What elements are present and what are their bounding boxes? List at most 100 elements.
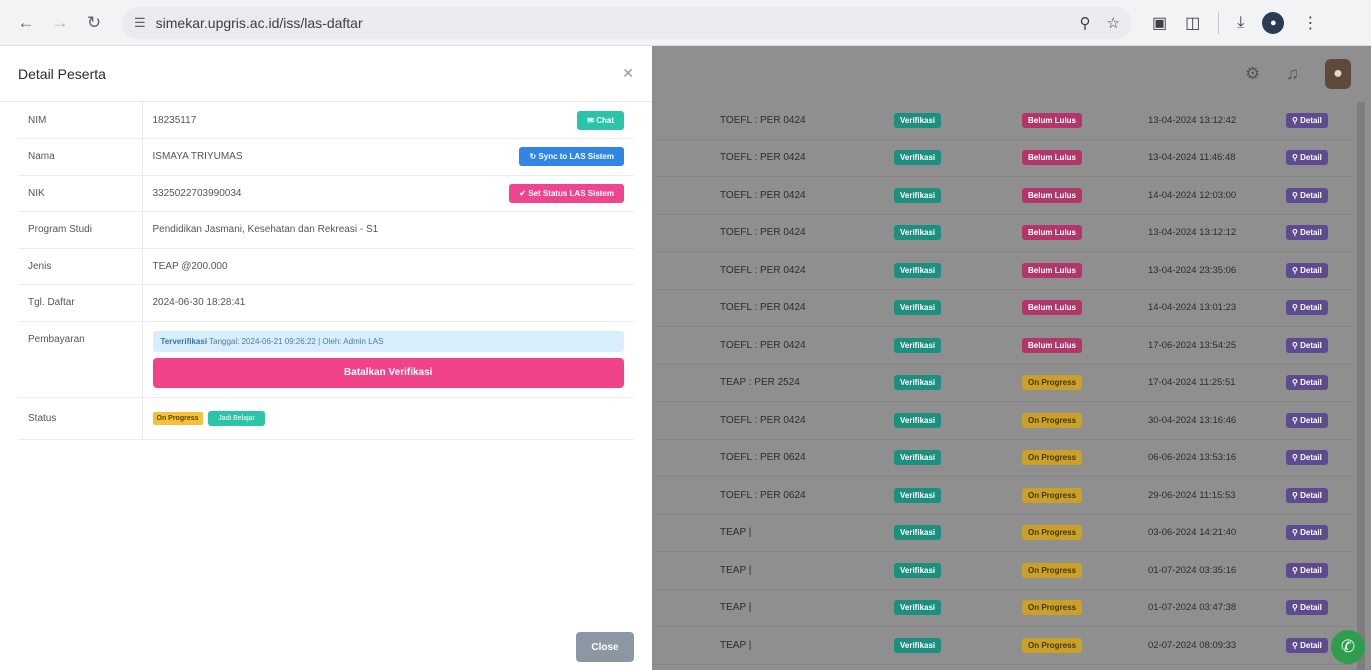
chat-button[interactable]: ✉ Chat	[577, 110, 624, 130]
table-row: TEAP | Verifikasi On Progress 03-06-2024 14…	[652, 515, 1352, 552]
download-icon[interactable]: ⤓	[1237, 14, 1244, 32]
field-label: Nama	[18, 138, 143, 176]
detail-button[interactable]: ⚲ Detail	[1286, 262, 1328, 278]
set-status-las-button[interactable]: ✔ Set Status LAS Sistem	[509, 183, 624, 203]
test-cell: TOEFL : PER 0424	[720, 339, 806, 351]
table-row: TEAP : PER 2524 Verifikasi On Progress 17-0…	[652, 365, 1352, 402]
extensions-icon[interactable]: ◫	[1185, 13, 1200, 33]
status-badge: On Progress	[1022, 562, 1083, 578]
table-row: TOEFL : PER 0424 Verifikasi Belum Lulus 13-…	[652, 140, 1352, 177]
table-row: TOEFL : PER 0424 Verifikasi Belum Lulus 13-…	[652, 102, 1352, 140]
page-topbar: ⚙ ♫ ●	[652, 46, 1371, 102]
verification-badge: Verifikasi	[894, 375, 942, 391]
verification-badge: Verifikasi	[894, 525, 942, 541]
verification-badge: Verifikasi	[894, 337, 942, 353]
payment-info-text: Tanggal: 2024-06-21 09:26:22 | Oleh: Adm…	[209, 336, 384, 346]
field-label: Program Studi	[18, 211, 143, 249]
detail-button[interactable]: ⚲ Detail	[1286, 225, 1328, 241]
address-bar[interactable]: ☰ simekar.upgris.ac.id/iss/las-daftar ⚲ …	[122, 6, 1132, 39]
status-badge: Belum Lulus	[1022, 187, 1083, 203]
test-cell: TOEFL : PER 0424	[720, 264, 806, 276]
back-arrow-icon[interactable]: ←	[12, 9, 40, 37]
bookmark-star-icon[interactable]: ☆	[1107, 14, 1120, 32]
detail-button[interactable]: ⚲ Detail	[1286, 487, 1328, 503]
table-row: TOEFL : PER 0424 Verifikasi Belum Lulus 17-…	[652, 327, 1352, 365]
detail-button[interactable]: ⚲ Detail	[1286, 412, 1328, 428]
menu-icon[interactable]: ⋮	[1302, 13, 1318, 33]
reload-icon[interactable]: ↻	[80, 9, 108, 37]
screenshot-icon[interactable]: ▣	[1152, 13, 1167, 33]
forward-arrow-icon[interactable]: →	[46, 9, 74, 37]
detail-peserta-modal: Detail Peserta ✕ NIM 18235117 ✉ Chat Nam…	[0, 46, 652, 670]
date-cell: 13-04-2024 23:35:06	[1148, 264, 1237, 276]
test-cell: TOEFL : PER 0624	[720, 489, 806, 501]
date-cell: 03-06-2024 14:21:40	[1148, 527, 1237, 539]
test-cell: TOEFL : PER 0424	[720, 302, 806, 314]
date-cell: 14-04-2024 12:03:00	[1148, 189, 1237, 201]
status-action-button[interactable]: Jadi Belajar	[208, 410, 265, 426]
bell-icon[interactable]: ♫	[1286, 64, 1299, 84]
status-badge: Belum Lulus	[1022, 225, 1083, 241]
status-badge: Belum Lulus	[1022, 112, 1083, 128]
date-cell: 01-07-2024 03:47:38	[1148, 602, 1237, 614]
page-scrollbar[interactable]	[1357, 102, 1365, 670]
detail-button[interactable]: ⚲ Detail	[1286, 562, 1328, 578]
detail-button[interactable]: ⚲ Detail	[1286, 150, 1328, 166]
table-row: TOEFL : PER 0424 Verifikasi Belum Lulus 13-…	[652, 252, 1352, 290]
date-cell: 13-04-2024 13:12:42	[1148, 114, 1237, 126]
test-cell: TOEFL : PER 0424	[720, 152, 806, 164]
verification-badge: Verifikasi	[894, 225, 942, 241]
status-badge: On Progress	[1022, 525, 1083, 541]
close-icon[interactable]: ✕	[622, 65, 634, 82]
detail-button[interactable]: ⚲ Detail	[1286, 450, 1328, 466]
date-cell: 13-04-2024 13:12:12	[1148, 227, 1237, 239]
verification-badge: Verifikasi	[894, 112, 942, 128]
detail-button[interactable]: ⚲ Detail	[1286, 525, 1328, 541]
row-jenis: Jenis TEAP @200.000	[18, 248, 634, 285]
test-cell: TEAP |	[720, 564, 752, 576]
detail-button[interactable]: ⚲ Detail	[1286, 337, 1328, 353]
field-label: Jenis	[18, 248, 143, 285]
row-tgl-daftar: Tgl. Daftar 2024-06-30 18:28:41	[18, 284, 634, 322]
row-pembayaran: Pembayaran Terverifikasi Tanggal: 2024-0…	[18, 321, 634, 398]
table-row: TOEFL : PER 0624 Verifikasi On Progress 06-…	[652, 440, 1352, 477]
field-label: Pembayaran	[18, 321, 143, 398]
payment-verified-label: Terverifikasi	[160, 336, 208, 346]
table-row: TOEFL : PER 0424 Verifikasi Belum Lulus 13-…	[652, 215, 1352, 252]
detail-button[interactable]: ⚲ Detail	[1286, 637, 1328, 653]
date-cell: 29-06-2024 11:15:53	[1148, 489, 1236, 501]
verification-badge: Verifikasi	[894, 412, 942, 428]
field-label: NIK	[18, 175, 143, 212]
settings-icon[interactable]: ⚙	[1245, 64, 1260, 84]
detail-button[interactable]: ⚲ Detail	[1286, 600, 1328, 616]
sync-las-button[interactable]: ↻ Sync to LAS Sistem	[519, 147, 624, 167]
field-label: NIM	[18, 102, 143, 139]
close-button[interactable]: Close	[576, 632, 634, 662]
tgl-daftar-value: 2024-06-30 18:28:41	[142, 284, 634, 322]
status-badge: On Progress	[1022, 375, 1083, 391]
detail-button[interactable]: ⚲ Detail	[1286, 375, 1328, 391]
cancel-verification-button[interactable]: Batalkan Verifikasi	[152, 357, 624, 388]
test-cell: TOEFL : PER 0424	[720, 189, 806, 201]
table-row: TEAP | Verifikasi On Progress 01-07-2024 03…	[652, 590, 1352, 627]
whatsapp-icon[interactable]: ✆	[1331, 630, 1365, 664]
table-row: TEAP | Verifikasi On Progress 02-07-2024 08…	[652, 627, 1352, 665]
detail-table: NIM 18235117 ✉ Chat Nama ISMAYA TRIYUMAS…	[18, 102, 634, 440]
registrations-table: TOEFL : PER 0424 Verifikasi Belum Lulus 13-…	[652, 102, 1352, 665]
date-cell: 14-04-2024 13:01:23	[1148, 302, 1237, 314]
status-badge: On Progress	[1022, 412, 1083, 428]
row-nim: NIM 18235117 ✉ Chat	[18, 102, 634, 139]
site-info-icon[interactable]: ☰	[134, 15, 146, 31]
zoom-icon[interactable]: ⚲	[1080, 14, 1091, 32]
detail-button[interactable]: ⚲ Detail	[1286, 187, 1328, 203]
status-badge: On Progress	[152, 411, 203, 425]
date-cell: 17-04-2024 11:25:51	[1148, 377, 1236, 389]
detail-button[interactable]: ⚲ Detail	[1286, 300, 1328, 316]
date-cell: 17-06-2024 13:54:25	[1148, 339, 1237, 351]
table-row: TOEFL : PER 0424 Verifikasi On Progress 30-…	[652, 402, 1352, 440]
profile-icon[interactable]: ●	[1262, 11, 1285, 34]
detail-button[interactable]: ⚲ Detail	[1286, 112, 1328, 128]
test-cell: TEAP : PER 2524	[720, 377, 800, 389]
nama-value: ISMAYA TRIYUMAS	[152, 151, 243, 163]
avatar-icon[interactable]: ●	[1325, 59, 1351, 89]
